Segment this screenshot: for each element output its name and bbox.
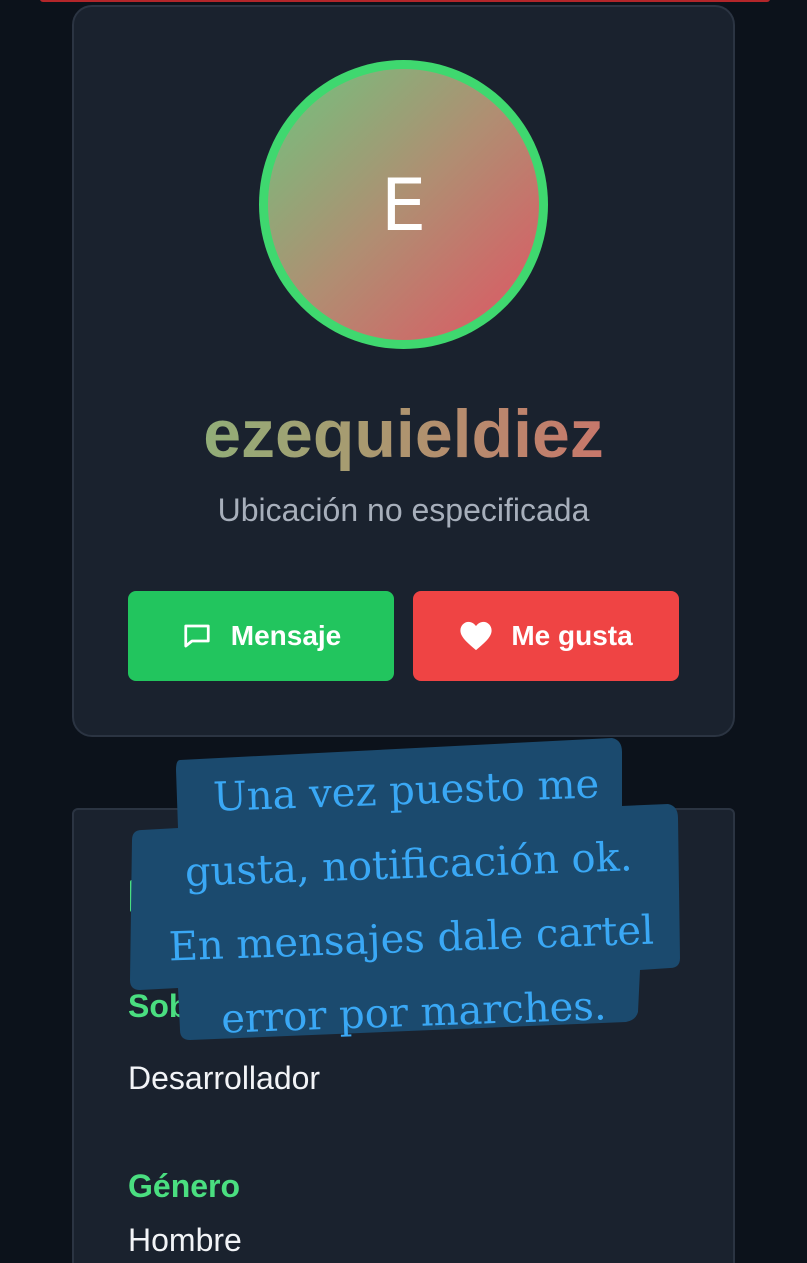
profile-page: E ezequieldiez Ubicación no especificada…: [0, 0, 807, 1263]
top-accent-bar: [40, 0, 770, 2]
username: ezequieldiez: [0, 393, 807, 475]
like-button-label: Me gusta: [511, 620, 633, 651]
about-value: Desarrollador: [128, 1060, 321, 1096]
like-button[interactable]: Me gusta: [413, 591, 679, 681]
about-label: Sob: [128, 988, 189, 1024]
message-button-label: Mensaje: [230, 620, 342, 651]
heart-icon: [459, 620, 493, 652]
section-marker: [130, 880, 140, 912]
gender-value: Hombre: [128, 1222, 242, 1258]
avatar: E: [259, 60, 548, 349]
message-square-icon: [181, 621, 213, 651]
avatar-circle: E: [268, 69, 539, 340]
message-button[interactable]: Mensaje: [128, 591, 394, 681]
gender-label: Género: [128, 1168, 241, 1204]
avatar-initial: E: [380, 162, 427, 247]
location-text: Ubicación no especificada: [217, 492, 590, 528]
